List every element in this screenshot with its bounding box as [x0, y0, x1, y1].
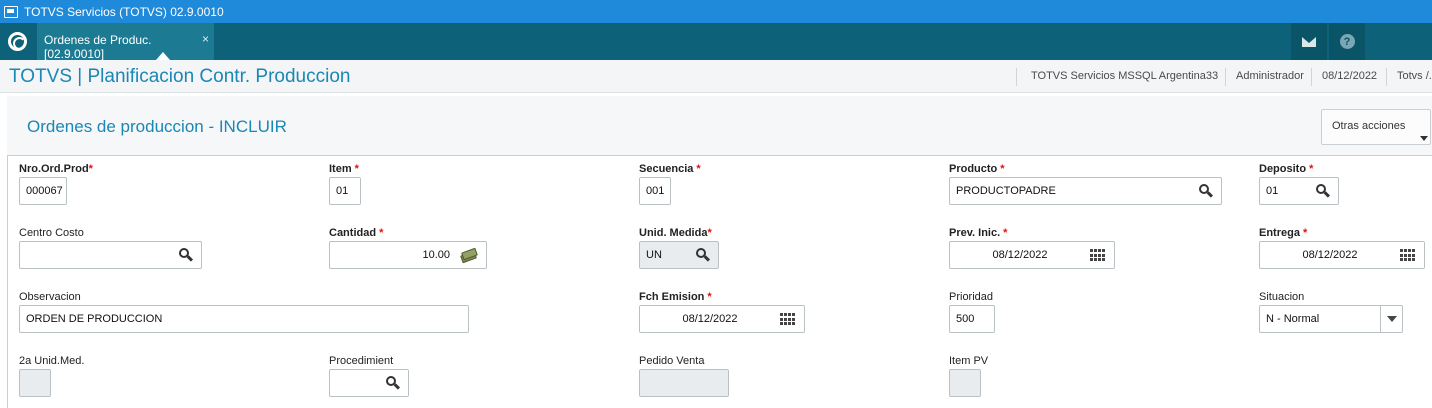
- nro-ord-prod-label: Nro.Ord.Prod*: [19, 163, 93, 175]
- deposito-label: Deposito *: [1259, 163, 1314, 175]
- cantidad-input[interactable]: 10.00: [329, 241, 487, 269]
- app-window: TOTVS Servicios (TOTVS) 02.9.0010 Ordene…: [0, 0, 1432, 408]
- observacion-input[interactable]: ORDEN DE PRODUCCION: [19, 305, 469, 333]
- tab-ordenes-de-produccion[interactable]: Ordenes de Produc. [02.9.0010] ×: [37, 23, 214, 61]
- prioridad-label: Prioridad: [949, 291, 994, 303]
- user-label: Administrador: [1236, 70, 1304, 82]
- header-divider: [1386, 68, 1387, 86]
- fch-emision-label: Fch Emision *: [639, 291, 712, 303]
- mail-icon: [1302, 36, 1316, 47]
- chevron-down-icon: [1420, 136, 1428, 141]
- item-pv-input[interactable]: [949, 369, 981, 397]
- production-order-form: Nro.Ord.Prod* 000067 Item * 01 Secuencia *…: [7, 156, 1432, 408]
- prev-inic-date-input[interactable]: 08/12/2022: [949, 241, 1115, 269]
- help-icon: ?: [1339, 34, 1355, 49]
- money-icon[interactable]: [460, 247, 478, 264]
- producto-input[interactable]: PRODUCTOPADRE: [949, 177, 1222, 205]
- procedimient-label: Procedimient: [329, 355, 394, 367]
- header-divider: [1016, 68, 1017, 86]
- calendar-icon[interactable]: [780, 313, 796, 326]
- search-icon[interactable]: [1199, 184, 1214, 198]
- search-icon[interactable]: [696, 248, 711, 262]
- item-label: Item *: [329, 163, 359, 175]
- entrega-date-input[interactable]: 08/12/2022: [1259, 241, 1425, 269]
- secuencia-input[interactable]: 001: [639, 177, 671, 205]
- page-title: Ordenes de produccion - INCLUIR: [27, 117, 287, 136]
- situacion-label: Situacion: [1259, 291, 1305, 303]
- tab-close-icon[interactable]: ×: [202, 32, 209, 46]
- header-divider: [1311, 68, 1312, 86]
- observacion-label: Observacion: [19, 291, 81, 303]
- calendar-icon[interactable]: [1090, 249, 1106, 262]
- item-pv-label: Item PV: [949, 355, 989, 367]
- prioridad-input[interactable]: 500: [949, 305, 995, 333]
- tab-bar: Ordenes de Produc. [02.9.0010] × ?: [0, 23, 1432, 61]
- prev-inic-label: Prev. Inic. *: [949, 227, 1008, 239]
- item-input[interactable]: 01: [329, 177, 361, 205]
- cantidad-label: Cantidad *: [329, 227, 384, 239]
- situacion-select[interactable]: N - Normal: [1259, 305, 1403, 333]
- situacion-dropdown-button[interactable]: [1380, 306, 1402, 332]
- app-header: TOTVS | Planificacion Contr. Produccion …: [0, 60, 1432, 93]
- app-title: TOTVS | Planificacion Contr. Produccion: [9, 66, 351, 87]
- tab-label: Ordenes de Produc. [02.9.0010]: [44, 33, 152, 61]
- calendar-icon[interactable]: [1400, 249, 1416, 262]
- nro-ord-prod-input[interactable]: 000067: [19, 177, 67, 205]
- date-label: 08/12/2022: [1322, 70, 1378, 82]
- active-tab-caret: [156, 52, 170, 60]
- pedido-venta-input[interactable]: [639, 369, 729, 397]
- chevron-down-icon: [1386, 316, 1397, 322]
- fch-emision-date-input[interactable]: 08/12/2022: [639, 305, 805, 333]
- procedimient-input[interactable]: [329, 369, 409, 397]
- producto-label: Producto *: [949, 163, 1005, 175]
- secuencia-label: Secuencia *: [639, 163, 701, 175]
- unid-medida-input[interactable]: UN: [639, 241, 719, 269]
- app-window-icon: [4, 5, 18, 18]
- centro-costo-label: Centro Costo: [19, 227, 84, 239]
- window-title: TOTVS Servicios (TOTVS) 02.9.0010: [24, 4, 224, 19]
- window-title-bar: TOTVS Servicios (TOTVS) 02.9.0010: [0, 0, 1432, 23]
- search-icon[interactable]: [386, 376, 401, 390]
- search-icon[interactable]: [1316, 184, 1331, 198]
- deposito-input[interactable]: 01: [1259, 177, 1339, 205]
- segunda-unid-med-label: 2a Unid.Med.: [19, 355, 85, 367]
- page-section-header: Ordenes de produccion - INCLUIR Otras ac…: [7, 96, 1432, 156]
- other-actions-label: Otras acciones: [1332, 120, 1406, 132]
- centro-costo-input[interactable]: [19, 241, 202, 269]
- other-actions-button[interactable]: Otras acciones: [1321, 109, 1431, 145]
- environment-label: TOTVS Servicios MSSQL Argentina33: [1031, 70, 1219, 82]
- help-button[interactable]: ?: [1329, 23, 1365, 60]
- unid-medida-label: Unid. Medida*: [639, 227, 712, 239]
- entrega-label: Entrega *: [1259, 227, 1308, 239]
- segunda-unid-med-input[interactable]: [19, 369, 51, 397]
- header-divider: [1225, 68, 1226, 86]
- mail-button[interactable]: [1291, 23, 1327, 60]
- search-icon[interactable]: [179, 248, 194, 262]
- company-label: Totvs /.: [1397, 70, 1432, 82]
- pedido-venta-label: Pedido Venta: [639, 355, 705, 367]
- totvs-logo-icon[interactable]: [8, 32, 27, 51]
